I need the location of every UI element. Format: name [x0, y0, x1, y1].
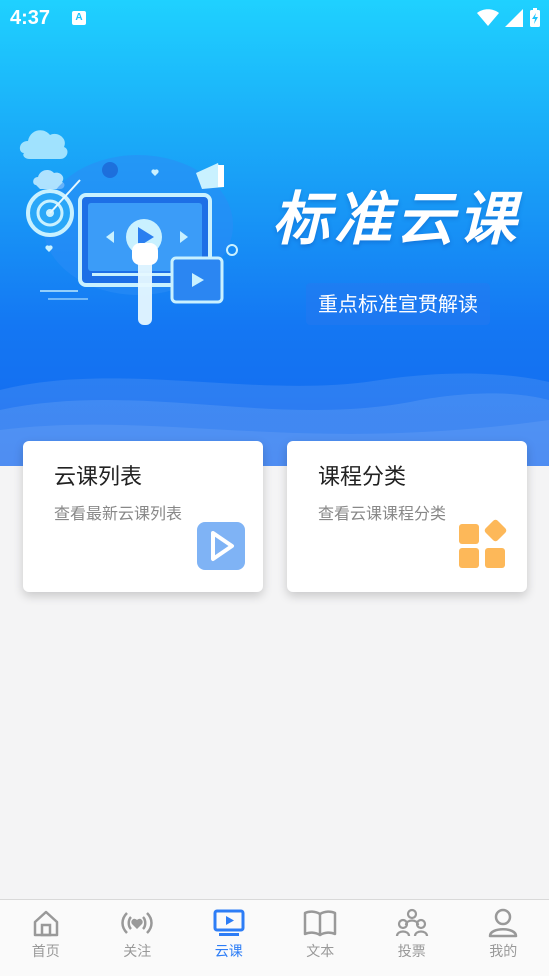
nav-label: 关注 — [123, 944, 152, 960]
nav-item-vote[interactable]: 投票 — [366, 900, 458, 976]
card-description: 查看云课课程分类 — [318, 504, 447, 523]
card-cloud-course-list[interactable]: 云课列表 查看最新云课列表 — [23, 441, 263, 592]
course-illustration — [19, 130, 238, 325]
vote-people-icon — [395, 908, 428, 937]
card-title: 云课列表 — [54, 465, 143, 490]
category-grid-icon — [459, 519, 507, 568]
nav-label: 首页 — [31, 944, 60, 960]
nav-label: 云课 — [214, 944, 243, 960]
nav-label: 我的 — [489, 944, 518, 960]
card-course-category[interactable]: 课程分类 查看云课课程分类 — [287, 441, 527, 592]
nav-label: 投票 — [397, 944, 426, 960]
tv-play-icon — [213, 909, 245, 936]
status-bar: 4:37 A — [0, 0, 549, 38]
hero-title: 标准云课 — [272, 187, 521, 252]
user-icon — [489, 908, 518, 938]
status-time: 4:37 — [10, 7, 51, 29]
card-description: 查看最新云课列表 — [54, 504, 183, 523]
notification-icon: A — [72, 11, 86, 25]
wifi-icon — [477, 9, 499, 26]
home-icon — [33, 910, 58, 937]
nav-item-cloud-course[interactable]: 云课 — [183, 900, 275, 976]
nav-item-mine[interactable]: 我的 — [458, 900, 549, 976]
signal-icon — [505, 9, 523, 27]
nav-item-home[interactable]: 首页 — [0, 900, 92, 976]
hero-banner: 标准云课 重点标准宣贯解读 — [0, 0, 549, 466]
hero-subtitle: 重点标准宣贯解读 — [306, 283, 490, 325]
play-icon — [197, 522, 245, 570]
card-title: 课程分类 — [318, 465, 407, 490]
nav-label: 文本 — [306, 944, 335, 960]
battery-charging-icon — [530, 8, 540, 27]
broadcast-heart-icon — [121, 912, 153, 934]
nav-item-text[interactable]: 文本 — [275, 900, 367, 976]
book-icon — [304, 910, 337, 937]
system-icons — [477, 8, 541, 28]
bottom-navigation: 首页 关注 云课 文本 投票 我的 — [0, 899, 549, 976]
nav-item-follow[interactable]: 关注 — [92, 900, 184, 976]
